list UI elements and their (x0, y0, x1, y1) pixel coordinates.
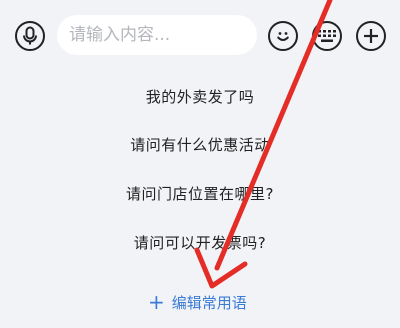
plus-icon (364, 29, 378, 43)
emoji-button[interactable] (268, 21, 298, 51)
quick-phrase-item[interactable]: 我的外卖发了吗 (0, 86, 400, 107)
edit-quick-phrases-button[interactable]: + 编辑常用语 (148, 291, 247, 313)
quick-phrase-item[interactable]: 请问有什么优惠活动 (0, 134, 400, 155)
edit-quick-phrases-label: 编辑常用语 (171, 293, 247, 312)
quick-phrase-item[interactable]: 请问可以开发票吗? (0, 232, 400, 253)
add-icon: + (148, 290, 165, 314)
annotation-arrow-head (194, 247, 248, 289)
smile-icon (277, 32, 289, 41)
quick-phrase-item[interactable]: 请问门店位置在哪里? (0, 183, 400, 204)
voice-input-button[interactable] (15, 21, 45, 51)
message-input[interactable] (57, 15, 257, 55)
more-options-button[interactable] (356, 21, 386, 51)
keyboard-button[interactable] (312, 21, 342, 51)
microphone-icon (23, 26, 37, 45)
input-bar (0, 0, 400, 70)
keyboard-icon (318, 30, 336, 42)
